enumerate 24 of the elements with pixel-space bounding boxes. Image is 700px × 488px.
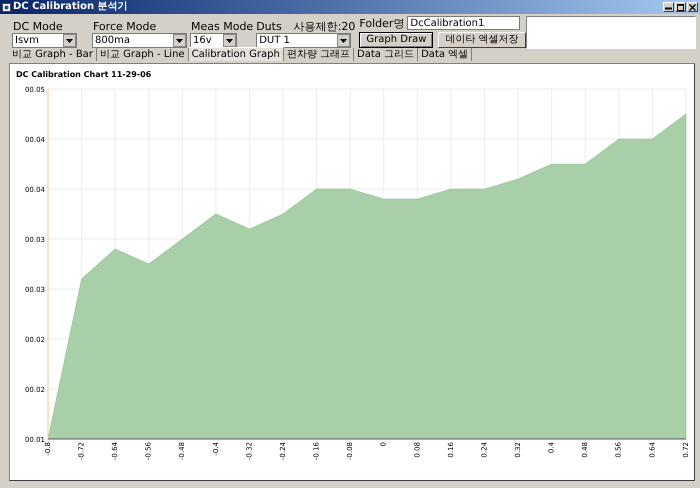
tab[interactable]: Calibration Graph xyxy=(188,47,284,61)
maximize-icon xyxy=(676,2,685,12)
field-label: Meas Mode xyxy=(190,20,254,33)
maximize-button[interactable] xyxy=(675,2,686,12)
dropdown[interactable]: DUT 1 xyxy=(256,33,352,48)
dropdown[interactable]: Isvm xyxy=(12,33,77,48)
window-title: DC Calibration 분석기 xyxy=(13,1,128,13)
field-label: DC Mode xyxy=(12,20,64,33)
minimize-icon xyxy=(664,6,673,11)
close-icon xyxy=(688,2,697,12)
field-label: Folder명 xyxy=(359,16,404,30)
dropdown[interactable]: 16v xyxy=(190,33,237,48)
dropdown[interactable]: 800ma xyxy=(92,33,187,48)
app-icon xyxy=(2,2,11,12)
field-label: Force Mode xyxy=(92,20,158,33)
folder-input[interactable]: DcCalibration1 xyxy=(407,16,520,30)
close-button[interactable] xyxy=(687,2,698,12)
action-button[interactable]: Graph Draw xyxy=(359,32,434,48)
minimize-button[interactable] xyxy=(663,2,674,12)
memo-box[interactable] xyxy=(526,16,696,49)
action-button[interactable]: 데이타 엑셀저장 xyxy=(438,32,526,48)
usage-limit-label: 사용제한:20 xyxy=(294,20,356,33)
field-label: Duts xyxy=(256,20,282,33)
chart-title: DC Calibration Chart 11-29-06 xyxy=(16,70,152,79)
